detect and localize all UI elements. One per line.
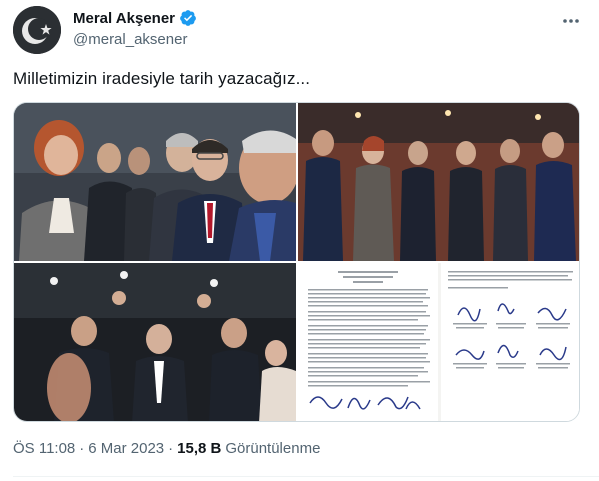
author-handle[interactable]: @meral_aksener bbox=[73, 31, 187, 48]
author-name-row[interactable]: Meral Akşener bbox=[73, 9, 197, 27]
photo-leaders-lineup[interactable] bbox=[298, 103, 579, 261]
photo-leaders-lineup-image bbox=[298, 103, 579, 261]
crescent-star-logo-icon bbox=[13, 6, 61, 54]
photo-signed-document[interactable] bbox=[298, 263, 579, 421]
author-display-name[interactable]: Meral Akşener bbox=[73, 10, 175, 27]
media-grid bbox=[13, 102, 580, 422]
ellipsis-icon bbox=[563, 19, 579, 23]
divider bbox=[13, 476, 599, 477]
photo-leaders-group[interactable] bbox=[14, 103, 296, 261]
photo-signed-document-image bbox=[298, 263, 579, 421]
views-label: Görüntülenme bbox=[225, 440, 321, 457]
photo-leaders-celebrating-image bbox=[14, 263, 296, 421]
meta-separator: · bbox=[168, 440, 174, 457]
views-count: 15,8 B bbox=[177, 440, 222, 457]
tweet-text: Milletimizin iradesiyle tarih yazacağız.… bbox=[13, 69, 311, 88]
photo-leaders-celebrating[interactable] bbox=[14, 263, 296, 421]
avatar[interactable] bbox=[13, 6, 61, 54]
tweet-meta: ÖS 11:08 · 6 Mar 2023 · 15,8 B Görüntüle… bbox=[13, 440, 320, 457]
tweet-time[interactable]: ÖS 11:08 bbox=[13, 440, 75, 457]
meta-separator: · bbox=[79, 440, 85, 457]
more-options-button[interactable] bbox=[561, 11, 581, 31]
photo-leaders-group-image bbox=[14, 103, 296, 261]
tweet-date[interactable]: 6 Mar 2023 bbox=[88, 440, 164, 457]
verified-badge-icon bbox=[180, 10, 196, 26]
